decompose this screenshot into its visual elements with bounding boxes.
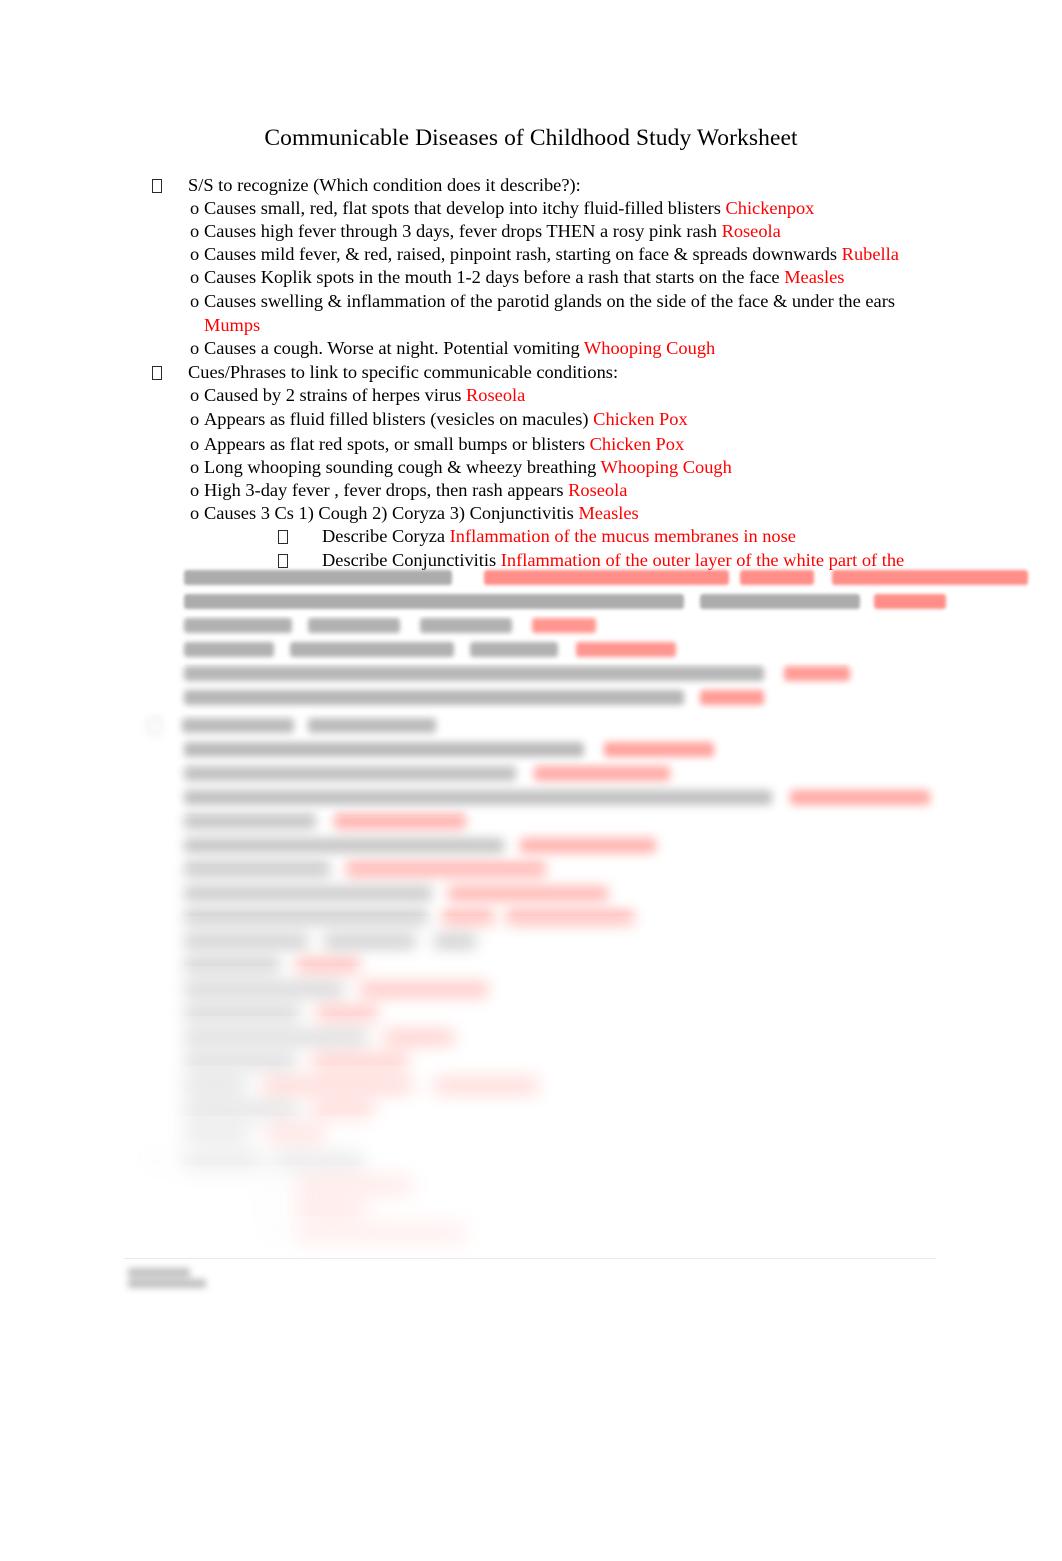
item-answer: Mumps bbox=[204, 315, 261, 335]
item-prompt: Appears as fluid filled blisters (vesicl… bbox=[204, 409, 594, 429]
list-item: o Causes Koplik spots in the mouth 1-2 da… bbox=[190, 266, 844, 289]
item-answer: Whooping Cough bbox=[600, 457, 732, 477]
item-answer: Whooping Cough bbox=[583, 338, 716, 358]
item-prompt: Causes Koplik spots in the mouth 1-2 day… bbox=[204, 267, 785, 287]
bullet-o-icon: o bbox=[190, 198, 200, 218]
item-prompt: Causes high fever through 3 days, fever … bbox=[204, 221, 722, 241]
list-item: o Causes a cough. Worse at night. Potenti… bbox=[190, 337, 715, 360]
bullet-o-icon: o bbox=[190, 244, 200, 264]
item-answer: Roseola bbox=[466, 385, 526, 405]
item-answer: Rubella bbox=[841, 244, 899, 264]
section-heading-label: Cues/Phrases to link to specific communi… bbox=[188, 362, 619, 382]
bullet-o-icon: o bbox=[190, 480, 200, 500]
bullet-o-icon: o bbox=[190, 457, 200, 477]
item-prompt: Causes small, red, flat spots that devel… bbox=[204, 198, 726, 218]
item-prompt: Appears as flat red spots, or small bump… bbox=[204, 434, 590, 454]
obscured-content-region bbox=[0, 566, 1062, 1266]
bullet-o-icon: o bbox=[190, 385, 200, 405]
footer-obscured-text bbox=[128, 1266, 358, 1292]
item-prompt: Causes 3 Cs 1) Cough 2) Coryza 3) Conjun… bbox=[204, 503, 579, 523]
document-page: Communicable Diseases of Childhood Study… bbox=[0, 0, 1062, 1561]
item-answer: Roseola bbox=[568, 480, 628, 500]
list-item: o Appears as flat red spots, or small bum… bbox=[190, 433, 684, 456]
page-title: Communicable Diseases of Childhood Study… bbox=[264, 125, 798, 151]
bullet-o-icon: o bbox=[190, 221, 200, 241]
bullet-o-icon: o bbox=[190, 503, 200, 523]
bullet-o-icon: o bbox=[190, 409, 200, 429]
bullet-box-icon bbox=[152, 366, 162, 380]
item-answer: Chickenpox bbox=[725, 198, 815, 218]
item-prompt: Causes swelling & inflammation of the pa… bbox=[204, 291, 895, 311]
section-heading-cues: Cues/Phrases to link to specific communi… bbox=[152, 361, 618, 384]
bullet-box-icon bbox=[278, 530, 288, 544]
list-item: o Causes high fever through 3 days, fever… bbox=[190, 220, 781, 243]
section-heading-label: S/S to recognize (Which condition does i… bbox=[188, 175, 581, 195]
subitem-prompt: Describe Coryza bbox=[322, 526, 450, 546]
item-prompt: High 3-day fever , fever drops, then ras… bbox=[204, 480, 569, 500]
bullet-o-icon: o bbox=[190, 267, 200, 287]
item-prompt: Causes mild fever, & red, raised, pinpoi… bbox=[204, 244, 842, 264]
list-item: o Caused by 2 strains of herpes virus Ros… bbox=[190, 384, 525, 407]
item-answer: Chicken Pox bbox=[593, 409, 688, 429]
list-item: o Causes small, red, flat spots that deve… bbox=[190, 197, 814, 220]
item-prompt: Long whooping sounding cough & wheezy br… bbox=[204, 457, 601, 477]
subitem-answer: Inflammation of the mucus membranes in n… bbox=[449, 526, 796, 546]
list-item: o Causes 3 Cs 1) Cough 2) Coryza 3) Conju… bbox=[190, 502, 639, 525]
list-item: o Appears as fluid filled blisters (vesic… bbox=[190, 408, 688, 431]
item-answer: Chicken Pox bbox=[589, 434, 685, 454]
list-item-answer-wrap: Mumps bbox=[204, 314, 260, 337]
bullet-o-icon: o bbox=[190, 434, 200, 454]
section-heading-ss: S/S to recognize (Which condition does i… bbox=[152, 174, 581, 197]
bullet-o-icon: o bbox=[190, 291, 200, 311]
item-answer: Measles bbox=[784, 267, 845, 287]
footer-divider bbox=[124, 1258, 936, 1259]
list-item: o Causes mild fever, & red, raised, pinpo… bbox=[190, 243, 899, 266]
bullet-box-icon bbox=[152, 179, 162, 193]
list-item: o Long whooping sounding cough & wheezy b… bbox=[190, 456, 732, 479]
sub-list-item: Describe Coryza Inflammation of the mucu… bbox=[278, 525, 796, 548]
item-answer: Measles bbox=[578, 503, 639, 523]
item-prompt: Caused by 2 strains of herpes virus bbox=[204, 385, 467, 405]
item-prompt: Causes a cough. Worse at night. Potentia… bbox=[204, 338, 584, 358]
item-answer: Roseola bbox=[721, 221, 781, 241]
list-item: o High 3-day fever , fever drops, then ra… bbox=[190, 479, 627, 502]
list-item: o Causes swelling & inflammation of the p… bbox=[190, 290, 895, 313]
bullet-o-icon: o bbox=[190, 338, 200, 358]
